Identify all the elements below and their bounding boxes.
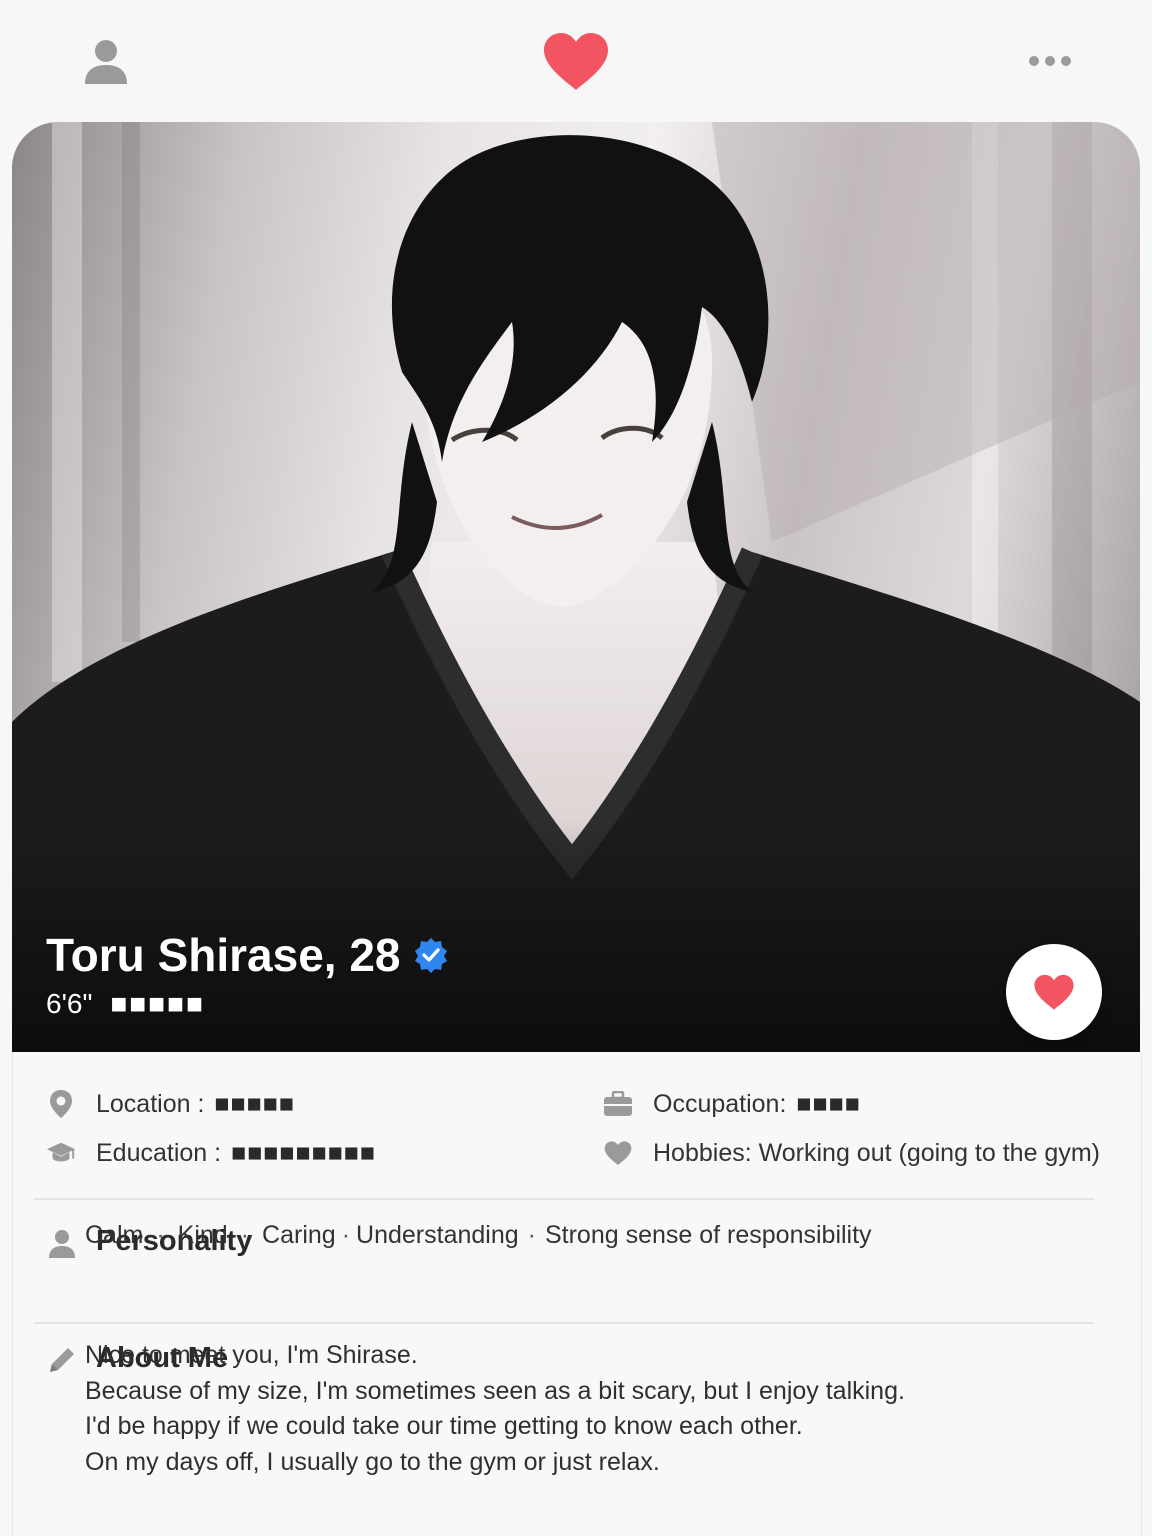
name-age-row: Toru Shirase, 28: [46, 928, 449, 982]
dating-profile-screen: Toru Shirase, 28 6'6" ■■■■■ Location : ■: [0, 0, 1152, 1536]
occupation-value: ■■■■: [796, 1089, 861, 1118]
trait: Understanding: [356, 1221, 519, 1249]
heart-icon[interactable]: [540, 30, 612, 92]
about-line: I'd be happy if we could take our time g…: [85, 1412, 803, 1440]
location-label: Location :: [96, 1089, 205, 1118]
profile-name-age: Toru Shirase, 28: [46, 929, 401, 981]
person-icon: [49, 1230, 75, 1258]
education-label: Education :: [96, 1138, 222, 1167]
briefcase-icon: [603, 1089, 633, 1119]
profile-photo-card[interactable]: Toru Shirase, 28 6'6" ■■■■■: [12, 122, 1140, 1052]
occupation-label: Occupation:: [653, 1089, 787, 1118]
trait: Kind: [177, 1221, 228, 1249]
profile-height: 6'6": [46, 988, 93, 1019]
about-text: Nice to meet you, I'm Shirase. Because o…: [85, 1338, 1085, 1480]
location-detail: Location : ■■■■■: [46, 1089, 295, 1119]
location-pin-icon: [46, 1089, 76, 1119]
location-value: ■■■■■: [214, 1089, 295, 1118]
trait-separator: ·: [527, 1221, 536, 1249]
height-row: 6'6" ■■■■■: [46, 988, 205, 1020]
pencil-icon: [50, 1348, 74, 1372]
about-line: Nice to meet you, I'm Shirase.: [85, 1341, 418, 1369]
trait-separator: ·: [240, 1221, 250, 1249]
about-line: On my days off, I usually go to the gym …: [85, 1447, 660, 1476]
profile-photo: [12, 122, 1140, 1052]
person-icon[interactable]: [82, 38, 130, 86]
about-line: Because of my size, I'm sometimes seen a…: [85, 1376, 905, 1405]
top-bar: [0, 0, 1152, 120]
personality-traits: Calm · Kind · Caring · Understanding · S…: [85, 1221, 872, 1250]
hobbies-detail: Hobbies: Working out (going to the gym): [603, 1138, 1100, 1168]
redacted-info: ■■■■■: [110, 988, 205, 1019]
more-dots-icon[interactable]: [1022, 50, 1078, 72]
divider: [34, 1322, 1094, 1324]
heart-icon: [1034, 974, 1074, 1010]
graduation-cap-icon: [46, 1138, 76, 1168]
heart-icon: [603, 1138, 633, 1168]
like-button[interactable]: [1006, 944, 1102, 1040]
occupation-detail: Occupation: ■■■■: [603, 1089, 861, 1119]
education-detail: Education : ■■■■■■■■■: [46, 1138, 376, 1168]
trait-separator: ·: [341, 1221, 351, 1249]
verified-badge-icon: [414, 938, 447, 973]
trait-separator: ·: [156, 1221, 165, 1249]
hobbies-text: Hobbies: Working out (going to the gym): [653, 1138, 1100, 1167]
divider: [34, 1198, 1094, 1200]
trait: Caring: [262, 1221, 336, 1249]
trait: Strong sense of responsibility: [544, 1221, 872, 1249]
education-value: ■■■■■■■■■: [231, 1138, 376, 1167]
trait: Calm: [85, 1221, 144, 1249]
